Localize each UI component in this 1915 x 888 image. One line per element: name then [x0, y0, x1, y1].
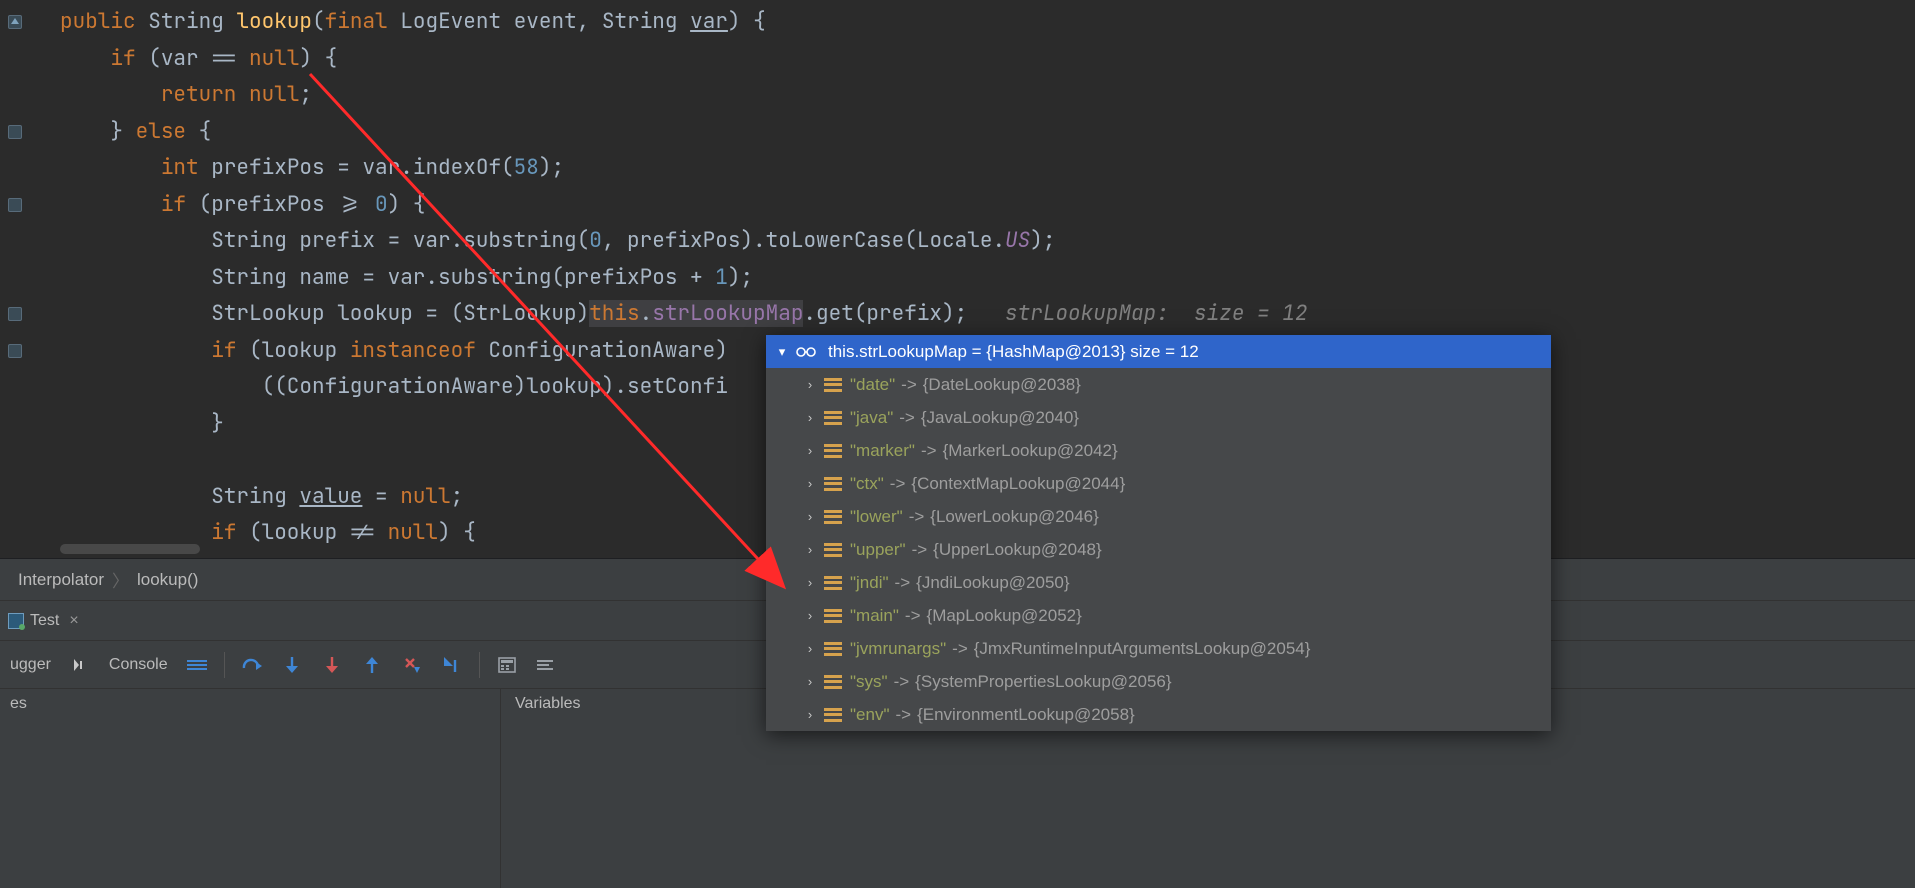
entry-value: {MarkerLookup@2042}	[943, 441, 1118, 461]
map-entry-icon	[824, 510, 842, 524]
step-out-icon[interactable]	[355, 648, 389, 682]
map-entry-icon	[824, 378, 842, 392]
chevron-right-icon[interactable]: ›	[800, 410, 820, 425]
entry-value: {DateLookup@2038}	[923, 375, 1081, 395]
entry-value: {ContextMapLookup@2044}	[911, 474, 1125, 494]
debug-tab[interactable]: Test	[30, 612, 59, 630]
popup-entry[interactable]: ›"env"->{EnvironmentLookup@2058}	[766, 698, 1551, 731]
entry-key: "env"	[850, 705, 889, 725]
breadcrumb-class[interactable]: Interpolator	[10, 570, 112, 590]
debugger-tab[interactable]: ugger	[4, 656, 57, 674]
popup-entry[interactable]: ›"jvmrunargs"->{JmxRuntimeInputArguments…	[766, 632, 1551, 665]
map-entry-icon	[824, 543, 842, 557]
chevron-right-icon[interactable]: ›	[800, 641, 820, 656]
entry-value: {EnvironmentLookup@2058}	[917, 705, 1135, 725]
popup-entry[interactable]: ›"date"->{DateLookup@2038}	[766, 368, 1551, 401]
console-run-icon[interactable]	[63, 648, 97, 682]
step-over-icon[interactable]	[235, 648, 269, 682]
entry-value: {JndiLookup@2050}	[916, 573, 1069, 593]
popup-entry[interactable]: ›"sys"->{SystemPropertiesLookup@2056}	[766, 665, 1551, 698]
popup-entry[interactable]: ›"marker"->{MarkerLookup@2042}	[766, 434, 1551, 467]
popup-entry[interactable]: ›"ctx"->{ContextMapLookup@2044}	[766, 467, 1551, 500]
chevron-down-icon[interactable]: ▾	[772, 344, 792, 360]
entry-key: "java"	[850, 408, 893, 428]
chevron-right-icon[interactable]: ›	[800, 707, 820, 722]
run-to-cursor-icon[interactable]	[435, 648, 469, 682]
variables-panel-header: Variables	[500, 689, 595, 888]
entry-value: {SystemPropertiesLookup@2056}	[915, 672, 1171, 692]
entry-key: "sys"	[850, 672, 888, 692]
entry-value: {JmxRuntimeInputArgumentsLookup@2054}	[974, 639, 1311, 659]
popup-root-node[interactable]: ▾ this.strLookupMap = {HashMap@2013} siz…	[766, 335, 1551, 368]
chevron-right-icon[interactable]: ›	[800, 509, 820, 524]
entry-key: "date"	[850, 375, 895, 395]
map-entry-icon	[824, 609, 842, 623]
threads-icon[interactable]	[180, 648, 214, 682]
entry-value: {UpperLookup@2048}	[933, 540, 1102, 560]
map-entry-icon	[824, 477, 842, 491]
popup-entry[interactable]: ›"java"->{JavaLookup@2040}	[766, 401, 1551, 434]
drop-frame-icon[interactable]	[395, 648, 429, 682]
close-icon[interactable]: ×	[69, 612, 78, 630]
chevron-right-icon[interactable]: ›	[800, 542, 820, 557]
map-entry-icon	[824, 444, 842, 458]
chevron-right-icon[interactable]: ›	[800, 476, 820, 491]
chevron-right-icon[interactable]: ›	[800, 443, 820, 458]
popup-entry[interactable]: ›"main"->{MapLookup@2052}	[766, 599, 1551, 632]
map-entry-icon	[824, 675, 842, 689]
map-entry-icon	[824, 642, 842, 656]
force-step-into-icon[interactable]	[315, 648, 349, 682]
map-entry-icon	[824, 411, 842, 425]
chevron-right-icon[interactable]: ›	[800, 608, 820, 623]
entry-key: "upper"	[850, 540, 906, 560]
entry-key: "marker"	[850, 441, 915, 461]
map-entry-icon	[824, 708, 842, 722]
chevron-right-icon[interactable]: ›	[800, 575, 820, 590]
entry-key: "main"	[850, 606, 899, 626]
chevron-right-icon[interactable]: ›	[800, 674, 820, 689]
entry-value: {LowerLookup@2046}	[930, 507, 1099, 527]
entry-key: "jvmrunargs"	[850, 639, 946, 659]
popup-entry[interactable]: ›"jndi"->{JndiLookup@2050}	[766, 566, 1551, 599]
step-into-icon[interactable]	[275, 648, 309, 682]
variable-inspector-popup[interactable]: ▾ this.strLookupMap = {HashMap@2013} siz…	[766, 335, 1551, 731]
popup-entry[interactable]: ›"lower"->{LowerLookup@2046}	[766, 500, 1551, 533]
editor-scrollbar-horizontal[interactable]	[60, 544, 200, 554]
entry-key: "lower"	[850, 507, 903, 527]
frames-panel-header: es	[0, 689, 500, 888]
trace-current-stream-chain-icon[interactable]	[530, 648, 564, 682]
breadcrumb-method[interactable]: lookup()	[129, 570, 206, 590]
chevron-right-icon[interactable]: ›	[800, 377, 820, 392]
entry-key: "jndi"	[850, 573, 889, 593]
console-tab[interactable]: Console	[103, 656, 174, 674]
entry-key: "ctx"	[850, 474, 884, 494]
map-entry-icon	[824, 576, 842, 590]
entry-value: {JavaLookup@2040}	[921, 408, 1079, 428]
run-config-icon	[8, 613, 24, 629]
glasses-icon	[796, 346, 816, 358]
entry-value: {MapLookup@2052}	[927, 606, 1082, 626]
chevron-right-icon: 〉	[112, 567, 129, 592]
evaluate-expression-icon[interactable]	[490, 648, 524, 682]
popup-entry[interactable]: ›"upper"->{UpperLookup@2048}	[766, 533, 1551, 566]
